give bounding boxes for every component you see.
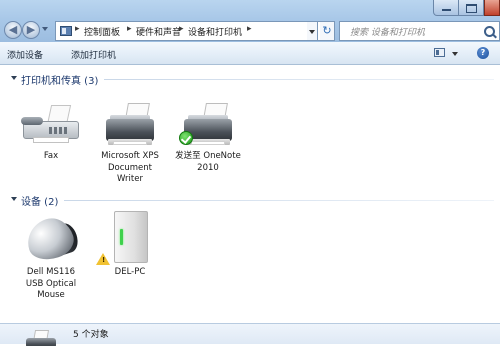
help-icon[interactable]: ? <box>477 47 489 59</box>
group-devices-header[interactable]: 设备 (2) <box>0 193 500 208</box>
add-printer-button[interactable]: 添加打印机 <box>71 48 116 61</box>
device-label: Mouse <box>37 290 65 300</box>
close-button[interactable] <box>484 0 500 16</box>
breadcrumb-separator-icon[interactable]: ▸ <box>247 24 252 34</box>
group-divider <box>104 79 494 80</box>
group-title: 设备 (2) <box>21 197 59 208</box>
breadcrumb-devices-printers[interactable]: 设备和打印机 <box>188 25 242 38</box>
minimize-button[interactable] <box>433 0 459 16</box>
breadcrumb-separator-icon[interactable]: ▸ <box>75 24 80 34</box>
devices-content-pane: 打印机和传真 (3) Fax Microsoft XPS Document Wr… <box>0 65 500 323</box>
fax-icon <box>19 101 83 151</box>
details-pane: 5 个对象 <box>0 323 500 346</box>
device-label: USB Optical <box>25 278 77 289</box>
device-item-mouse[interactable]: Dell MS116 USB Optical Mouse <box>13 209 89 302</box>
command-bar: 添加设备 添加打印机 <box>0 42 500 65</box>
printer-icon <box>176 101 240 151</box>
device-item-fax[interactable]: Fax <box>13 101 89 163</box>
object-count: 5 个对象 <box>73 330 109 340</box>
printer-icon <box>26 328 62 346</box>
device-label: Fax <box>43 151 59 161</box>
breadcrumb-hardware-sound[interactable]: 硬件和声音 <box>136 25 181 38</box>
back-button[interactable]: ◀ <box>4 21 22 39</box>
breadcrumb-separator-icon[interactable]: ▸ <box>179 24 184 34</box>
address-bar[interactable]: ▸ 控制面板 ▸ 硬件和声音 ▸ 设备和打印机 ▸ <box>55 21 335 41</box>
forward-button[interactable]: ▶ <box>22 21 40 39</box>
maximize-button[interactable] <box>459 0 484 16</box>
computer-icon: ! <box>96 209 162 267</box>
mouse-icon <box>19 209 83 267</box>
refresh-button[interactable]: ↻ <box>320 21 335 41</box>
change-view-icon[interactable] <box>434 48 445 57</box>
control-panel-icon <box>60 26 72 36</box>
device-label: 发送至 OneNote <box>175 151 241 161</box>
breadcrumb-separator-icon[interactable]: ▸ <box>127 24 132 34</box>
device-label: Dell MS116 <box>26 267 76 277</box>
device-label: DEL-PC <box>114 267 146 277</box>
group-printers-faxes-header[interactable]: 打印机和传真 (3) <box>0 72 500 87</box>
device-label: Writer <box>117 174 143 184</box>
search-placeholder: 搜索 设备和打印机 <box>350 28 425 38</box>
printer-icon <box>98 101 162 151</box>
group-divider <box>64 200 494 201</box>
device-item-onenote[interactable]: 发送至 OneNote 2010 <box>170 101 246 174</box>
device-item-xps-writer[interactable]: Microsoft XPS Document Writer <box>92 101 168 186</box>
collapse-chevron-icon[interactable] <box>11 76 17 80</box>
group-title: 打印机和传真 (3) <box>21 76 99 87</box>
device-label: Microsoft XPS <box>101 151 159 161</box>
search-box[interactable]: 搜索 设备和打印机 <box>339 21 500 41</box>
device-label: Document <box>107 162 153 173</box>
collapse-chevron-icon[interactable] <box>11 197 17 201</box>
breadcrumb-control-panel[interactable]: 控制面板 <box>84 25 120 38</box>
address-history-dropdown[interactable] <box>307 21 318 41</box>
view-options-dropdown-icon[interactable] <box>452 52 458 56</box>
device-label: 2010 <box>197 162 219 173</box>
default-checkmark-icon <box>179 131 193 145</box>
device-item-del-pc[interactable]: ! DEL-PC <box>92 209 168 279</box>
recent-pages-dropdown-icon[interactable] <box>42 27 48 31</box>
search-icon[interactable] <box>484 26 495 37</box>
add-device-button[interactable]: 添加设备 <box>7 48 43 61</box>
